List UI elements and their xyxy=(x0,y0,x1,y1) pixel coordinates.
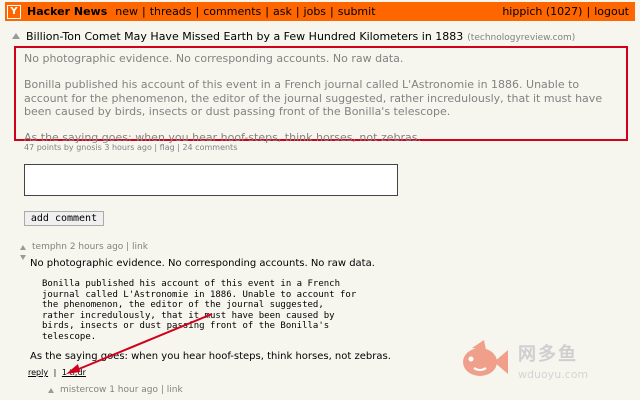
watermark-url: wduoyu.com xyxy=(518,367,589,381)
fish-logo-icon xyxy=(463,340,508,376)
story-subtext: 47 points by gnosis 3 hours ago | flag |… xyxy=(24,143,238,152)
comment-actions: reply | 1 tl;dr xyxy=(28,368,86,377)
story-title-row: Billion-Ton Comet May Have Missed Earth … xyxy=(12,30,632,43)
nav-ask-link[interactable]: ask xyxy=(273,5,292,18)
user-area: hippich (1027) | logout xyxy=(502,5,629,18)
comment-downvote-icon[interactable] xyxy=(20,255,26,260)
story-text-highlight: No photographic evidence. No correspondi… xyxy=(14,46,628,144)
user-profile-link[interactable]: hippich (1027) xyxy=(502,5,582,18)
story-domain: (technologyreview.com) xyxy=(467,33,576,43)
comment-item: temphn 2 hours ago | link No photographi… xyxy=(18,242,618,377)
comment-header: temphn 2 hours ago | link xyxy=(20,242,618,252)
top-nav: new | threads | comments | ask | jobs | submi… xyxy=(115,5,376,18)
site-name-link[interactable]: Hacker News xyxy=(27,5,107,18)
comment-upvote-icon[interactable] xyxy=(20,244,26,250)
child-comment-header: mistercow 1 hour ago | link xyxy=(48,385,183,395)
nav-new-link[interactable]: new xyxy=(115,5,138,18)
nav-jobs-link[interactable]: jobs xyxy=(304,5,327,18)
story-text-p1: No photographic evidence. No correspondi… xyxy=(24,52,404,65)
watermark: 网多鱼 wduoyu.com xyxy=(458,330,628,390)
nav-submit-link[interactable]: submit xyxy=(338,5,376,18)
comment-meta: temphn 2 hours ago | link xyxy=(32,242,148,252)
hn-logo[interactable]: Y xyxy=(7,4,21,19)
add-comment-button[interactable]: add comment xyxy=(24,211,104,226)
watermark-text: 网多鱼 xyxy=(518,343,578,365)
comment-text-p1: No photographic evidence. No correspondi… xyxy=(30,258,375,269)
nav-threads-link[interactable]: threads xyxy=(150,5,192,18)
tldr-link[interactable]: 1 tl;dr xyxy=(62,368,86,377)
comment-textarea[interactable] xyxy=(24,164,398,196)
upvote-arrow-icon[interactable] xyxy=(12,33,20,39)
hn-header-bar: Y Hacker News new | threads | comments | as… xyxy=(5,2,635,21)
story-text-p2: Bonilla published his account of this ev… xyxy=(24,77,603,119)
nav-comments-link[interactable]: comments xyxy=(203,5,261,18)
reply-link[interactable]: reply xyxy=(28,368,48,377)
story-title-link[interactable]: Billion-Ton Comet May Have Missed Earth … xyxy=(26,30,463,43)
logout-link[interactable]: logout xyxy=(594,5,629,18)
child-comment-meta: mistercow 1 hour ago | link xyxy=(60,385,183,395)
child-upvote-icon[interactable] xyxy=(48,387,54,393)
